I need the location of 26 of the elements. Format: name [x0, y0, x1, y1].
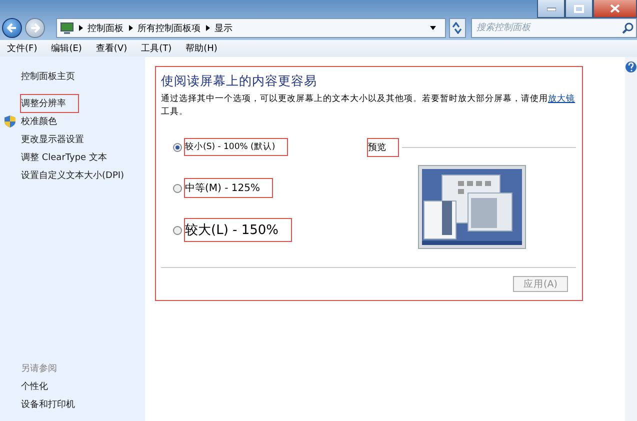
breadcrumb-item[interactable]: 控制面板	[88, 22, 124, 34]
sidebar-link[interactable]: 个性化	[21, 378, 48, 394]
sidebar-link[interactable]: 调整分辨率	[21, 94, 78, 112]
option-label: 中等(M) - 125%	[185, 179, 272, 197]
menu-item[interactable]: 文件(F)	[0, 42, 44, 55]
address-bar[interactable]: 控制面板 所有控制面板项 显示	[56, 18, 446, 38]
preview-label: 预览	[368, 139, 398, 156]
menu-item[interactable]: 查看(V)	[88, 42, 134, 55]
menu-item[interactable]: 工具(T)	[134, 42, 179, 55]
sidebar-link[interactable]: 控制面板主页	[21, 68, 75, 84]
search-field[interactable]: 搜索控制面板	[471, 18, 637, 38]
magnifier-link[interactable]: 放大镜	[548, 94, 575, 104]
breadcrumb-item[interactable]: 所有控制面板项	[138, 22, 200, 34]
sidebar-link[interactable]: 调整 ClearType 文本	[21, 148, 107, 166]
sidebar-link[interactable]: 更改显示器设置	[21, 130, 84, 148]
panel-title: 使阅读屏幕上的内容更容易	[161, 73, 318, 90]
menu-item[interactable]: 编辑(E)	[44, 42, 89, 55]
menu-item[interactable]: 帮助(H)	[178, 42, 224, 55]
sidebar-link[interactable]: 校准颜色	[21, 112, 57, 130]
breadcrumb-item[interactable]: 显示	[214, 22, 232, 34]
option-label: 较小(S) - 100% (默认)	[185, 139, 288, 155]
sidebar-link[interactable]: 设备和打印机	[21, 396, 75, 412]
option-label: 较大(L) - 150%	[185, 219, 291, 241]
sidebar-link[interactable]: 设置自定义文本大小(DPI)	[21, 166, 124, 184]
section-heading: 另请参阅	[20, 362, 58, 376]
description: 通过选择其中一个选项，可以更改屏幕上的文本大小以及其他项。若要暂时放大部分屏幕，请使用 放大镜 工具。	[161, 93, 576, 119]
